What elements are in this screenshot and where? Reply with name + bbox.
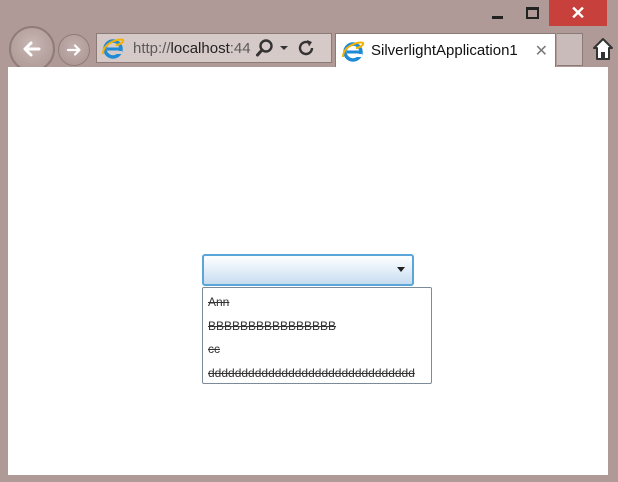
maximize-button[interactable] <box>517 0 547 26</box>
forward-button[interactable] <box>58 34 90 66</box>
maximize-icon <box>525 7 539 19</box>
url-text[interactable]: http://localhost:44 <box>133 40 251 57</box>
close-window-button[interactable]: ✕ <box>549 0 607 26</box>
combobox-option[interactable]: Ann <box>203 291 431 315</box>
chevron-down-icon <box>280 46 288 50</box>
tab-close-icon[interactable]: ✕ <box>535 41 548 61</box>
search-button[interactable] <box>255 38 275 58</box>
url-prefix: http:// <box>133 39 171 57</box>
home-icon[interactable] <box>592 36 614 62</box>
url-host: localhost <box>170 39 230 57</box>
tab-title: SilverlightApplication1 <box>371 42 518 59</box>
close-icon: ✕ <box>570 3 586 23</box>
address-bar[interactable]: http://localhost:44 <box>96 33 332 63</box>
combobox-option[interactable]: cc <box>203 338 431 362</box>
forward-arrow-icon <box>66 44 81 56</box>
back-arrow-icon <box>23 41 41 57</box>
new-tab-button[interactable] <box>557 33 583 66</box>
ie-logo-icon <box>342 41 365 62</box>
minimize-button[interactable] <box>481 0 513 26</box>
combobox-option[interactable]: BBBBBBBBBBBBBBBB <box>203 315 431 339</box>
combobox-option[interactable]: ddddddddddddddddddddddddddddddd <box>203 362 431 386</box>
combobox-dropdown-list[interactable]: Ann BBBBBBBBBBBBBBBB cc dddddddddddddddd… <box>202 287 432 384</box>
tab-silverlight-application[interactable]: SilverlightApplication1 ✕ <box>335 33 556 67</box>
minimize-icon <box>491 15 503 19</box>
chevron-down-icon <box>397 267 405 272</box>
combobox[interactable] <box>202 254 414 286</box>
refresh-button[interactable] <box>296 38 316 58</box>
ie-logo-icon <box>102 38 125 59</box>
back-button[interactable] <box>9 26 55 72</box>
page-content: Ann BBBBBBBBBBBBBBBB cc dddddddddddddddd… <box>8 67 608 475</box>
refresh-icon <box>298 40 314 56</box>
search-icon <box>256 39 273 57</box>
url-port: :44 <box>229 39 251 57</box>
address-dropdown-button[interactable] <box>278 42 290 54</box>
